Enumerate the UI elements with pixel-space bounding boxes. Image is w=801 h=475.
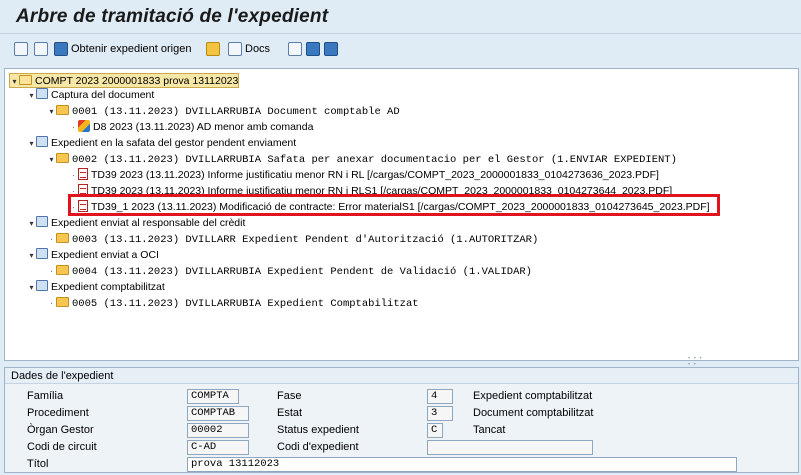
folder-icon — [56, 105, 69, 115]
folder-stage-icon — [36, 136, 48, 147]
help-button[interactable] — [324, 41, 338, 57]
folder-stage-icon — [36, 216, 48, 227]
page-title: Arbre de tramitació de l'expedient — [16, 6, 329, 27]
docs-button[interactable]: Docs — [228, 41, 270, 57]
display-icon — [206, 42, 220, 56]
folder-stage-icon — [36, 88, 48, 99]
tree-root[interactable]: ▾ COMPT 2023 2000001833 prova 13112023 — [9, 73, 240, 89]
estat-text: Document comptabilitzat — [473, 407, 594, 419]
collapse-icon[interactable]: ▾ — [27, 136, 36, 151]
tree-node-captura[interactable]: ▾ Captura del document — [27, 88, 154, 103]
tree-leaf-d8[interactable]: · D8 2023 (13.11.2023) AD menor amb coman… — [69, 120, 313, 135]
procediment-label: Procediment — [27, 407, 89, 419]
folder-stage-icon — [36, 248, 48, 259]
pdf-icon — [78, 168, 88, 180]
collapse-icon[interactable]: ▾ — [10, 74, 19, 89]
collapse-icon[interactable]: ▾ — [27, 280, 36, 295]
expand-all-button[interactable] — [14, 41, 28, 57]
organ-field[interactable]: 00002 — [187, 423, 249, 438]
collapse-all-icon — [34, 42, 48, 56]
folder-icon — [56, 233, 69, 243]
tree-leaf-td39-a[interactable]: · TD39 2023 (13.11.2023) Informe justific… — [69, 168, 659, 183]
display-button[interactable] — [206, 41, 220, 57]
titol-label: Títol — [27, 458, 49, 470]
collapse-icon[interactable]: ▾ — [47, 152, 56, 167]
details-header: Dades de l'expedient — [5, 368, 798, 384]
open-folder-icon — [19, 75, 32, 85]
circuit-label: Codi de circuit — [27, 441, 97, 453]
folder-icon — [56, 153, 69, 163]
fase-label: Fase — [277, 390, 302, 402]
print-icon — [228, 42, 242, 56]
refresh-icon — [306, 42, 320, 56]
title-bar: Arbre de tramitació de l'expedient — [0, 0, 801, 34]
obtenir-expedient-label: Obtenir expedient origen — [71, 43, 192, 55]
document-type-icon — [78, 120, 90, 132]
procediment-field[interactable]: COMPTAB — [187, 406, 249, 421]
refresh-button[interactable] — [306, 41, 320, 57]
folder-icon — [56, 265, 69, 275]
details-panel: Dades de l'expedient Família COMPTA Proc… — [4, 367, 799, 473]
obtenir-expedient-button[interactable]: Obtenir expedient origen — [54, 41, 191, 57]
docs-label: Docs — [245, 43, 271, 55]
tree-node-responsable[interactable]: ▾ Expedient enviat al responsable del crè… — [27, 216, 245, 231]
organ-label: Òrgan Gestor — [27, 424, 94, 436]
tree-node-0001[interactable]: ▾ 0001 (13.11.2023) DVILLARRUBIA Document… — [47, 104, 400, 119]
status-field[interactable]: C — [427, 423, 443, 438]
fase-field[interactable]: 4 — [427, 389, 453, 404]
layout-button[interactable] — [288, 41, 302, 57]
tree-node-safata[interactable]: ▾ Expedient en la safata del gestor pende… — [27, 136, 296, 151]
circuit-field[interactable]: C-AD — [187, 440, 249, 455]
tree-node-comptabilitzat[interactable]: ▾ Expedient comptabilitzat — [27, 280, 165, 295]
link-icon — [54, 42, 68, 56]
tree-node-0002[interactable]: ▾ 0002 (13.11.2023) DVILLARRUBIA Safata p… — [47, 152, 677, 167]
tree-node-0004[interactable]: · 0004 (13.11.2023) DVILLARRUBIA Expedien… — [47, 264, 532, 279]
tree-node-0003[interactable]: · 0003 (13.11.2023) DVILLARR Expedient Pe… — [47, 232, 538, 247]
titol-field[interactable]: prova 13112023 — [187, 457, 737, 472]
collapse-icon[interactable]: ▾ — [27, 248, 36, 263]
layout-icon — [288, 42, 302, 56]
toolbar: Obtenir expedient origen Docs — [0, 34, 801, 64]
estat-field[interactable]: 3 — [427, 406, 453, 421]
collapse-icon[interactable]: ▾ — [27, 88, 36, 103]
folder-stage-icon — [36, 280, 48, 291]
expand-all-icon — [14, 42, 28, 56]
status-text: Tancat — [473, 424, 506, 436]
status-label: Status expedient — [277, 424, 359, 436]
tree-node-0005[interactable]: · 0005 (13.11.2023) DVILLARRUBIA Expedien… — [47, 296, 419, 311]
help-icon — [324, 42, 338, 56]
familia-field[interactable]: COMPTA — [187, 389, 239, 404]
collapse-all-button[interactable] — [34, 41, 48, 57]
collapse-icon[interactable]: ▾ — [47, 104, 56, 119]
collapse-icon[interactable]: ▾ — [27, 216, 36, 231]
codi-expedient-field[interactable] — [427, 440, 593, 455]
estat-label: Estat — [277, 407, 303, 419]
folder-icon — [56, 297, 69, 307]
codi-expedient-label: Codi d'expedient — [277, 441, 359, 453]
tree-node-oci[interactable]: ▾ Expedient enviat a OCI — [27, 248, 159, 263]
fase-text: Expedient comptabilitzat — [473, 390, 593, 402]
familia-label: Família — [27, 390, 64, 402]
highlight-annotation — [68, 194, 720, 216]
